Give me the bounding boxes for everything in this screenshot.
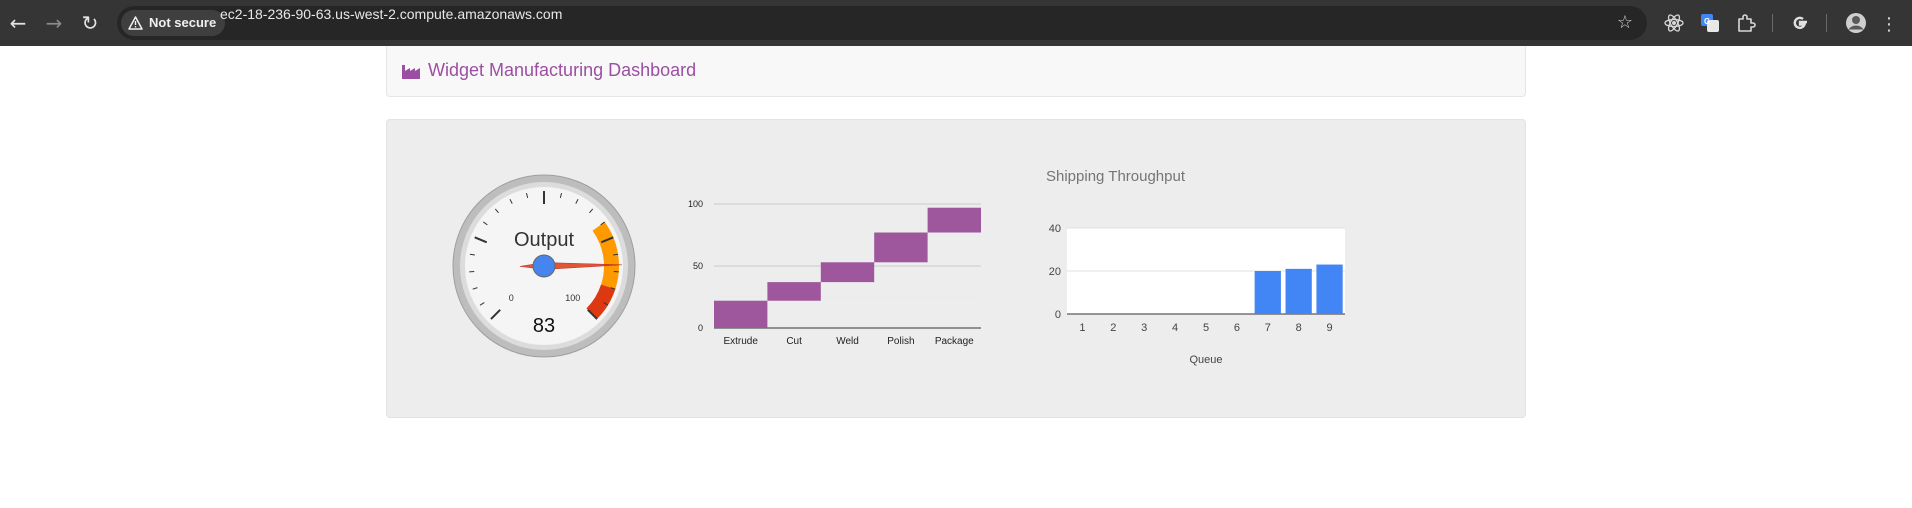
y-tick-label: 50 [693,261,703,271]
shipping-throughput-chart: Shipping Throughput 0 20 40 1 2 3 4 5 6 7 8 9 Queu… [1046,168,1345,366]
process-waterfall-chart: 0 50 100 Extrude Cut Weld Polish Package [688,199,981,347]
waterfall-bar [927,207,981,233]
dashboard-title: Widget Manufacturing Dashboard [428,60,697,80]
y-tick-label: 100 [688,199,703,209]
google-icon[interactable] [1788,11,1812,35]
page-title: Widget Manufacturing Dashboard [402,60,696,81]
gauge-max-label: 100 [565,293,580,303]
url-text[interactable]: ec2-18-236-90-63.us-west-2.compute.amazo… [220,6,562,40]
security-chip[interactable]: Not secure [121,10,226,36]
x-tick-label: Weld [836,336,859,347]
waterfall-bar [874,232,928,263]
x-tick-label: Package [935,336,974,347]
waterfall-bar [767,282,821,301]
toolbar-separator [1826,14,1827,32]
bookmark-star-icon[interactable]: ☆ [1617,12,1633,33]
reload-button[interactable]: ↻ [76,9,104,37]
dashboard-header: Widget Manufacturing Dashboard [386,46,1526,97]
waterfall-bar [820,262,875,283]
x-tick-label: Polish [887,336,914,347]
x-tick-label: 7 [1265,322,1271,334]
y-tick-label: 0 [1055,309,1061,321]
x-axis-label: Queue [1189,354,1222,366]
x-tick-label: 9 [1326,322,1332,334]
x-tick-label: 8 [1296,322,1302,334]
x-tick-label: 3 [1141,322,1147,334]
throughput-bar [1254,271,1281,314]
toolbar-separator [1772,14,1773,32]
react-devtools-icon[interactable] [1662,11,1686,35]
x-tick-label: Extrude [723,336,758,347]
throughput-bar [1316,264,1343,314]
back-button[interactable]: ← [4,9,32,37]
extensions-puzzle-icon[interactable] [1734,11,1758,35]
browser-toolbar: ← → ↻ Not secure ec2-18-236-90-63.us-wes… [0,0,1912,46]
forward-button[interactable]: → [40,9,68,37]
warning-icon [128,16,143,30]
x-tick-label: Cut [786,336,802,347]
waterfall-bar [714,300,768,328]
factory-icon [402,64,420,79]
svg-text:G: G [1704,17,1710,26]
x-tick-label: 1 [1079,322,1085,334]
security-label: Not secure [149,15,217,30]
address-bar[interactable]: Not secure ec2-18-236-90-63.us-west-2.co… [117,6,1647,40]
translate-icon[interactable]: G [1698,11,1722,35]
gauge-min-label: 0 [509,293,514,303]
gauge-hub [532,254,556,278]
output-gauge: Output 0 100 83 [452,174,636,358]
y-tick-label: 0 [698,323,703,333]
x-tick-label: 5 [1203,322,1209,334]
chart-title: Shipping Throughput [1046,168,1186,185]
throughput-bar [1285,268,1312,314]
x-tick-label: 2 [1110,322,1116,334]
y-tick-label: 40 [1049,223,1061,235]
gauge-label: Output [514,229,574,251]
gauge-value: 83 [533,315,555,337]
browser-menu-icon[interactable]: ⋮ [1880,14,1898,35]
profile-avatar-icon[interactable] [1844,11,1868,35]
x-tick-label: 6 [1234,322,1240,334]
y-tick-label: 20 [1049,266,1061,278]
x-tick-label: 4 [1172,322,1178,334]
